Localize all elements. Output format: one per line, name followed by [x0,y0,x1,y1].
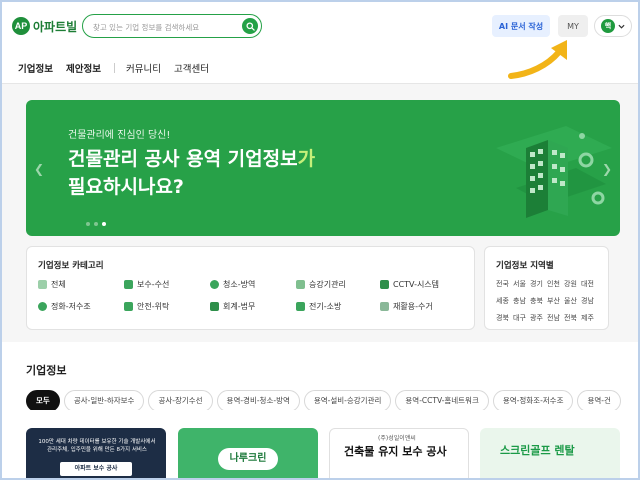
nav-item-community[interactable]: 커뮤니티 [126,61,161,75]
banner-title-line2: 필요하시나요? [68,176,184,198]
region-item[interactable]: 충남 [513,296,530,306]
company-card[interactable]: 100만 세대 차량 데이터를 보유한 기술 개발사에서 관리주체, 입주민을 … [26,428,166,478]
region-item[interactable]: 충북 [530,296,547,306]
filter-chip[interactable]: 용역-CCTV-홈네트워크 [395,390,489,410]
person-icon [210,302,219,311]
region-item[interactable]: 전국 [496,279,513,289]
filter-chip[interactable]: 용역-경비-청소-방역 [216,390,300,410]
slide-dot[interactable] [86,222,90,226]
card-title: 스크린골프 렌탈 [500,444,575,457]
category-card: 기업정보 카테고리 전체 보수-수선 청소-방역 승강기관리 CCTV-시스템 … [26,246,475,330]
hero-banner[interactable]: ❮ ❯ 건물관리에 진심인 당신! 건물관리 공사 용역 기업정보가 필요하시나… [26,100,620,236]
safety-icon [124,302,133,311]
category-item-elevator[interactable]: 승강기관리 [296,279,346,290]
slide-dot-active[interactable] [102,222,106,226]
card-button[interactable]: 아파트 보수 공사 [60,462,132,476]
chevron-left-icon[interactable]: ❮ [34,162,44,176]
category-item-cleaning[interactable]: 청소-방역 [210,279,255,290]
card-logo: (주)성일이앤씨 [378,435,416,442]
card-title: 건축물 유지 보수 공사 [344,445,447,458]
region-item[interactable]: 세종 [496,296,513,306]
chevron-down-icon [618,24,625,29]
company-card[interactable]: (주)성일이앤씨 건축물 유지 보수 공사 [329,428,469,478]
section-title: 기업정보 [26,364,67,377]
category-item-all[interactable]: 전체 [38,279,66,290]
region-item[interactable]: 전북 [564,313,581,323]
grid-icon [38,280,47,289]
category-item-electric[interactable]: 전기-소방 [296,301,341,312]
category-item-accounting[interactable]: 회계-법무 [210,301,255,312]
my-button[interactable]: MY [558,15,588,37]
region-item[interactable]: 경남 [581,296,598,306]
plug-icon [296,302,305,311]
region-item[interactable]: 대구 [513,313,530,323]
tools-icon [380,280,389,289]
search-bar [82,14,262,38]
category-section: 기업정보 카테고리 전체 보수-수선 청소-방역 승강기관리 CCTV-시스템 … [2,238,638,342]
nav-item-company-info[interactable]: 기업정보 [18,61,53,75]
region-item[interactable]: 전남 [547,313,564,323]
region-item[interactable]: 광주 [530,313,547,323]
ai-document-button[interactable]: AI 문서 작성 [492,15,550,37]
trash-icon [380,302,389,311]
elevator-icon [296,280,305,289]
nav-divider [114,63,115,73]
filter-chip[interactable]: 공사-장기수선 [148,390,213,410]
search-button[interactable] [242,18,258,34]
search-input[interactable] [93,19,238,35]
region-item[interactable]: 경기 [530,279,547,289]
banner-section: ❮ ❯ 건물관리에 진심인 당신! 건물관리 공사 용역 기업정보가 필요하시나… [2,84,638,238]
logo[interactable]: AP 아파트빌 [12,16,77,36]
slide-dot[interactable] [94,222,98,226]
filter-chips: 모두 공사-일반-하자보수 공사-장기수선 용역-경비-청소-방역 용역-설비-승강기관… [26,388,638,410]
building-illustration-icon [496,126,612,218]
filter-chip[interactable]: 용역-정화조-저수조 [492,390,574,410]
filter-chip[interactable]: 용역-건 [577,390,621,410]
pointer-arrow-icon [508,40,567,79]
banner-subtitle: 건물관리에 진심인 당신! [68,130,171,141]
avatar: 핵 [601,19,615,33]
category-item-cctv[interactable]: CCTV-시스템 [380,279,439,290]
region-item[interactable]: 인천 [547,279,564,289]
spray-icon [210,280,219,289]
region-title: 기업정보 지역별 [496,261,554,271]
region-item[interactable]: 대전 [581,279,598,289]
region-item[interactable]: 강원 [564,279,581,289]
card-title: 나루크린 [218,448,278,470]
logo-mark: AP [12,17,30,35]
company-info-section: 기업정보 모두 공사-일반-하자보수 공사-장기수선 용역-경비-청소-방역 용역-설비… [2,342,638,478]
region-item[interactable]: 경북 [496,313,513,323]
category-title: 기업정보 카테고리 [38,261,104,271]
logo-text: 아파트빌 [33,19,78,34]
banner-title-line1: 건물관리 공사 용역 기업정보가 [68,148,316,170]
region-item[interactable]: 서울 [513,279,530,289]
slide-indicators [86,222,106,226]
region-item[interactable]: 부산 [547,296,564,306]
filter-chip[interactable]: 공사-일반-하자보수 [63,390,145,410]
nav-item-customer-center[interactable]: 고객센터 [174,61,209,75]
filter-chip[interactable]: 용역-설비-승강기관리 [303,390,392,410]
region-item[interactable]: 제주 [581,313,598,323]
app-frame: AP 아파트빌 AI 문서 작성 MY 핵 기업정보 제안정보 커뮤니티 고객센 [0,0,640,480]
category-item-repair[interactable]: 보수-수선 [124,279,169,290]
nav-item-proposal-info[interactable]: 제안정보 [66,61,101,75]
tank-icon [38,302,47,311]
region-grid: 전국 서울 경기 인천 강원 대전 세종 충남 충북 부산 울산 경남 경북 대… [496,279,598,323]
region-card: 기업정보 지역별 전국 서울 경기 인천 강원 대전 세종 충남 충북 부산 울… [484,246,609,330]
card-description: 100만 세대 차량 데이터를 보유한 기술 개발사에서 관리주체, 입주민을 … [38,439,156,453]
profile-menu[interactable]: 핵 [594,15,632,37]
search-icon [245,21,255,31]
company-card[interactable]: 스크린골프 렌탈 [480,428,620,478]
category-item-safety[interactable]: 안전-위탁 [124,301,169,312]
paint-roller-icon [124,280,133,289]
category-item-recycle[interactable]: 재활용-수거 [380,301,433,312]
category-item-septic[interactable]: 정화-저수조 [38,301,91,312]
company-card[interactable]: 나루크린 [178,428,318,478]
filter-chip-all[interactable]: 모두 [26,390,60,410]
region-item[interactable]: 울산 [564,296,581,306]
